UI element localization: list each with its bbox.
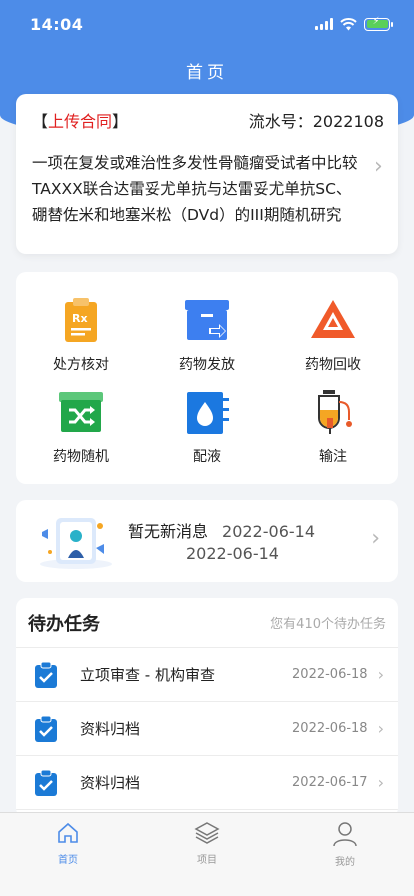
func-prescription-check[interactable]: Rx 处方核对 — [26, 296, 136, 374]
tab-profile[interactable]: 我的 — [305, 821, 385, 868]
todo-name: 资料归档 — [80, 720, 141, 738]
todo-card: 待办任务 您有410个待办任务 立项审查 - 机构审查 2022-06-18 ›… — [16, 598, 398, 818]
serial-number: 流水号：2022108 — [248, 112, 384, 131]
tab-home[interactable]: 首页 — [28, 821, 108, 866]
chevron-right-icon: › — [377, 665, 384, 684]
todo-name: 立项审查 - 机构审查 — [80, 666, 215, 684]
infusion-icon — [309, 388, 357, 436]
user-icon — [333, 822, 357, 847]
battery-icon: ⚡ — [364, 16, 393, 31]
todo-date: 2022-06-17 — [292, 775, 368, 790]
drug-dispense-icon — [183, 296, 231, 344]
shuffle-icon — [57, 388, 105, 436]
contract-card[interactable]: 【上传合同】 流水号：2022108 一项在复发或难治性多发性骨髓瘤受试者中比较… — [16, 94, 398, 254]
func-drug-dispense[interactable]: 药物发放 — [152, 296, 262, 374]
message-text: 暂无新消息 — [128, 522, 209, 541]
chevron-right-icon: › — [374, 154, 383, 179]
func-infusion[interactable]: 输注 — [278, 388, 388, 466]
status-bar: 14:04 ⚡ — [0, 0, 414, 48]
todo-row[interactable]: 资料归档 2022-06-18 › — [16, 702, 398, 756]
wifi-icon — [340, 17, 357, 30]
svg-text:Rx: Rx — [72, 312, 88, 325]
tab-projects[interactable]: 项目 — [167, 821, 247, 866]
func-drug-recycle[interactable]: 药物回收 — [278, 296, 388, 374]
upload-contract-tag[interactable]: 【上传合同】 — [32, 108, 128, 132]
home-icon — [58, 822, 78, 843]
status-icons: ⚡ — [315, 16, 393, 31]
todo-date: 2022-06-18 — [292, 667, 368, 682]
chevron-right-icon: › — [377, 773, 384, 792]
message-illustration — [36, 512, 116, 572]
todo-row[interactable]: 立项审查 - 机构审查 2022-06-18 › — [16, 648, 398, 702]
todo-count[interactable]: 您有410个待办任务 — [270, 613, 386, 632]
project-title: 一项在复发或难治性多发性骨髓瘤受试者中比较TAXXX联合达雷妥尤单抗与达雷妥尤单… — [32, 154, 358, 224]
message-card[interactable]: 暂无新消息 2022-06-14 2022-06-14 › — [16, 500, 398, 582]
todo-row[interactable]: 资料归档 2022-06-17 › — [16, 756, 398, 810]
todo-title: 待办任务 — [28, 613, 100, 635]
layers-icon — [194, 822, 220, 844]
clipboard-check-icon — [34, 715, 58, 743]
message-date: 2022-06-14 — [222, 522, 315, 541]
status-time: 14:04 — [30, 14, 84, 34]
page-title: 首页 — [186, 63, 228, 83]
func-liquid-prep[interactable]: 配液 — [152, 388, 262, 466]
func-drug-random[interactable]: 药物随机 — [26, 388, 136, 466]
chevron-right-icon: › — [377, 719, 384, 738]
clipboard-check-icon — [34, 661, 58, 689]
liquid-icon — [183, 388, 231, 436]
message-date-secondary: 2022-06-14 — [186, 544, 279, 563]
todo-date: 2022-06-18 — [292, 721, 368, 736]
tab-bar: 首页 项目 我的 — [0, 812, 414, 896]
clipboard-check-icon — [34, 769, 58, 797]
function-grid: Rx 处方核对 药物发放 药物回收 药物随机 配液 输注 — [16, 272, 398, 484]
todo-name: 资料归档 — [80, 774, 141, 792]
drug-recycle-icon — [309, 296, 357, 344]
prescription-icon: Rx — [57, 296, 105, 344]
chevron-right-icon: › — [371, 526, 380, 551]
signal-icon — [315, 18, 333, 30]
